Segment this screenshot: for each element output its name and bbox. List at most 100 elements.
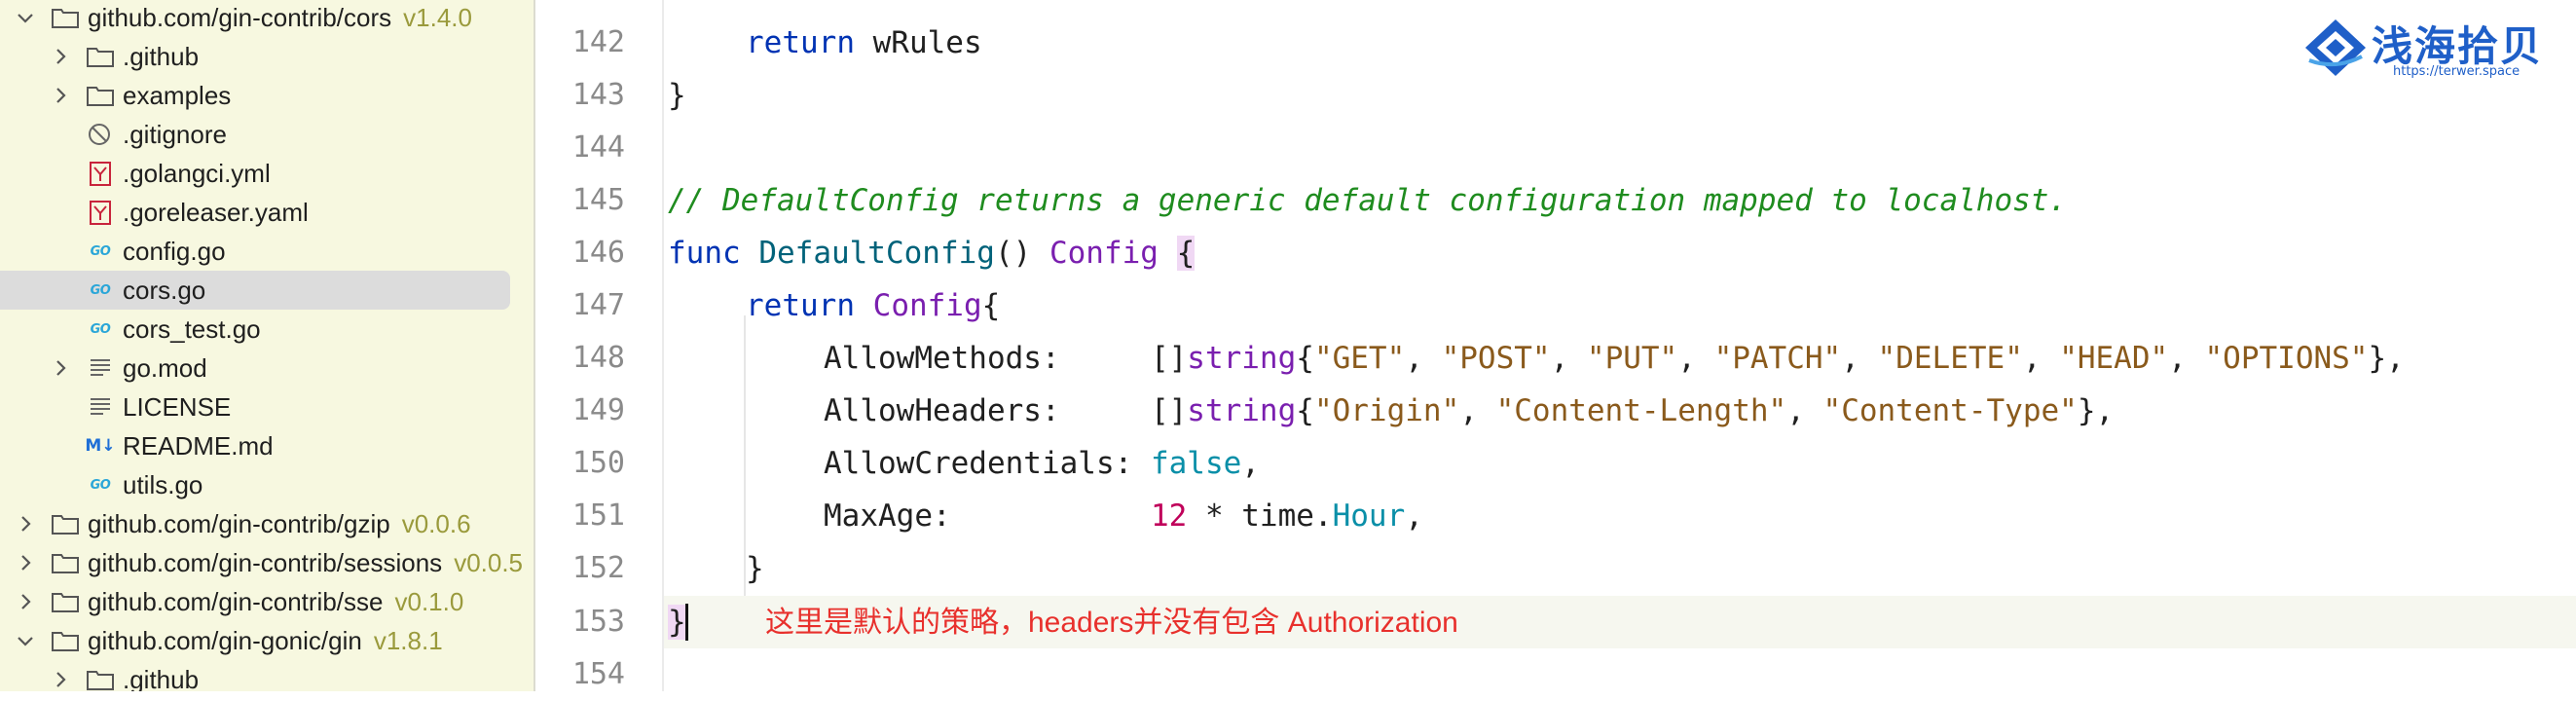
- tree-item-gin-contrib-sessions[interactable]: github.com/gin-contrib/sessions v0.0.5: [0, 543, 534, 582]
- line-number: 149: [571, 393, 625, 427]
- tree-item-examples-folder[interactable]: examples: [0, 76, 534, 115]
- tree-item-gin-contrib-cors[interactable]: github.com/gin-contrib/cors v1.4.0: [0, 0, 534, 37]
- tree-item-label: cors.go: [123, 275, 206, 305]
- tree-item-cors-test-go[interactable]: GO cors_test.go: [0, 310, 534, 349]
- line-number: 152: [571, 551, 625, 585]
- tree-item-golangci-yml[interactable]: .golangci.yml: [0, 154, 534, 193]
- folder-icon: [51, 589, 80, 614]
- chevron-right-icon[interactable]: [14, 551, 37, 574]
- tree-item-label: config.go: [123, 236, 226, 266]
- yaml-file-icon: [86, 200, 115, 225]
- tree-item-github-folder[interactable]: .github: [0, 37, 534, 76]
- tree-item-label: go.mod: [123, 352, 207, 383]
- tree-item-label: github.com/gin-contrib/gzip: [88, 508, 390, 538]
- watermark-logo: 浅海拾贝 https://terwer.space: [2303, 14, 2560, 82]
- chevron-down-icon[interactable]: [14, 629, 37, 652]
- markdown-file-icon: M↓: [85, 436, 116, 456]
- gutter-separator: [662, 0, 664, 691]
- line-number: 150: [571, 446, 625, 480]
- chevron-right-icon[interactable]: [14, 512, 37, 535]
- tree-item-label: github.com/gin-contrib/sessions: [88, 547, 443, 577]
- chevron-right-icon[interactable]: [49, 84, 72, 107]
- tree-item-readme[interactable]: M↓ README.md: [0, 426, 534, 465]
- line-number: 142: [571, 25, 625, 59]
- line-number: 148: [571, 341, 625, 375]
- tree-item-label: github.com/gin-contrib/sse: [88, 586, 384, 616]
- tree-item-label: .golangci.yml: [123, 158, 271, 188]
- text-cursor: [685, 604, 688, 641]
- chevron-right-icon[interactable]: [49, 356, 72, 380]
- folder-icon: [51, 550, 80, 575]
- text-file-icon: [86, 355, 115, 381]
- line-number: 144: [571, 130, 625, 165]
- line-number: 154: [571, 657, 625, 691]
- line-number: 146: [571, 236, 625, 270]
- tree-item-gin-contrib-gzip[interactable]: github.com/gin-contrib/gzip v0.0.6: [0, 504, 534, 543]
- folder-icon: [86, 44, 115, 69]
- tree-item-label: README.md: [123, 430, 274, 461]
- folder-icon: [51, 511, 80, 536]
- tree-item-label: .gitignore: [123, 119, 227, 149]
- text-file-icon: [86, 394, 115, 420]
- folder-icon: [51, 5, 80, 30]
- code-line-148[interactable]: AllowMethods: []string{"GET", "POST", "P…: [824, 332, 2405, 385]
- tree-item-license[interactable]: LICENSE: [0, 387, 534, 426]
- gitignore-file-icon: [86, 122, 115, 147]
- line-number: 153: [571, 605, 625, 639]
- tree-item-go-mod[interactable]: go.mod: [0, 349, 534, 387]
- code-line-147[interactable]: return Config{: [746, 279, 1000, 332]
- folder-icon: [51, 628, 80, 653]
- tree-item-gin-gonic-gin[interactable]: github.com/gin-gonic/gin v1.8.1: [0, 621, 534, 660]
- line-number: 151: [571, 498, 625, 533]
- line-number: 147: [571, 288, 625, 322]
- tree-item-label: github.com/gin-contrib/cors: [88, 2, 392, 32]
- tree-item-label: .goreleaser.yaml: [123, 197, 309, 227]
- version-label: v1.4.0: [403, 2, 472, 32]
- yaml-file-icon: [86, 161, 115, 186]
- tree-item-label: utils.go: [123, 469, 203, 499]
- go-file-icon: GO: [90, 243, 111, 259]
- tree-item-label: github.com/gin-gonic/gin: [88, 625, 362, 655]
- version-label: v1.8.1: [373, 625, 443, 655]
- tree-item-label: .github: [123, 664, 200, 692]
- folder-icon: [86, 667, 115, 691]
- tree-item-gin-github-folder[interactable]: .github: [0, 660, 534, 691]
- version-label: v0.0.6: [401, 508, 471, 538]
- folder-icon: [86, 83, 115, 108]
- code-line-151[interactable]: MaxAge: 12 * time.Hour,: [824, 490, 1423, 542]
- version-label: v0.0.5: [454, 547, 524, 577]
- tree-item-utils-go[interactable]: GO utils.go: [0, 465, 534, 504]
- project-tree: github.com/gin-contrib/cors v1.4.0 .gith…: [0, 0, 534, 691]
- tree-item-gitignore[interactable]: .gitignore: [0, 115, 534, 154]
- chevron-right-icon[interactable]: [49, 668, 72, 691]
- tree-item-config-go[interactable]: GO config.go: [0, 232, 534, 271]
- line-number: 143: [571, 78, 625, 112]
- tree-item-label: .github: [123, 41, 200, 71]
- brand-logo-icon: [2305, 19, 2366, 76]
- selection-highlight: [0, 271, 510, 310]
- chevron-right-icon[interactable]: [49, 45, 72, 68]
- tree-item-goreleaser-yaml[interactable]: .goreleaser.yaml: [0, 193, 534, 232]
- tree-item-cors-go[interactable]: GO cors.go: [0, 271, 534, 310]
- version-label: v0.1.0: [394, 586, 464, 616]
- tree-item-label: cors_test.go: [123, 314, 261, 344]
- tree-item-label: examples: [123, 80, 232, 110]
- code-line-146[interactable]: func DefaultConfig() Config {: [668, 227, 1196, 279]
- tree-item-label: LICENSE: [123, 391, 232, 422]
- go-file-icon: GO: [90, 321, 111, 337]
- chevron-down-icon[interactable]: [14, 6, 37, 29]
- code-line-145[interactable]: // DefaultConfig returns a generic defau…: [668, 174, 2067, 227]
- brand-url: https://terwer.space: [2393, 64, 2521, 79]
- code-line-142[interactable]: return wRules: [746, 17, 982, 69]
- code-line-149[interactable]: AllowHeaders: []string{"Origin", "Conten…: [824, 385, 2114, 437]
- go-file-icon: GO: [90, 477, 111, 493]
- chevron-right-icon[interactable]: [14, 590, 37, 613]
- tree-item-gin-contrib-sse[interactable]: github.com/gin-contrib/sse v0.1.0: [0, 582, 534, 621]
- code-line-153[interactable]: }: [668, 596, 686, 648]
- go-file-icon: GO: [90, 282, 111, 298]
- line-number: 145: [571, 183, 625, 217]
- code-line-150[interactable]: AllowCredentials: false,: [824, 437, 1260, 490]
- code-line-152[interactable]: }: [746, 542, 764, 595]
- annotation-note: 这里是默认的策略，headers并没有包含 Authorization: [765, 607, 1458, 639]
- code-line-143[interactable]: }: [668, 69, 686, 122]
